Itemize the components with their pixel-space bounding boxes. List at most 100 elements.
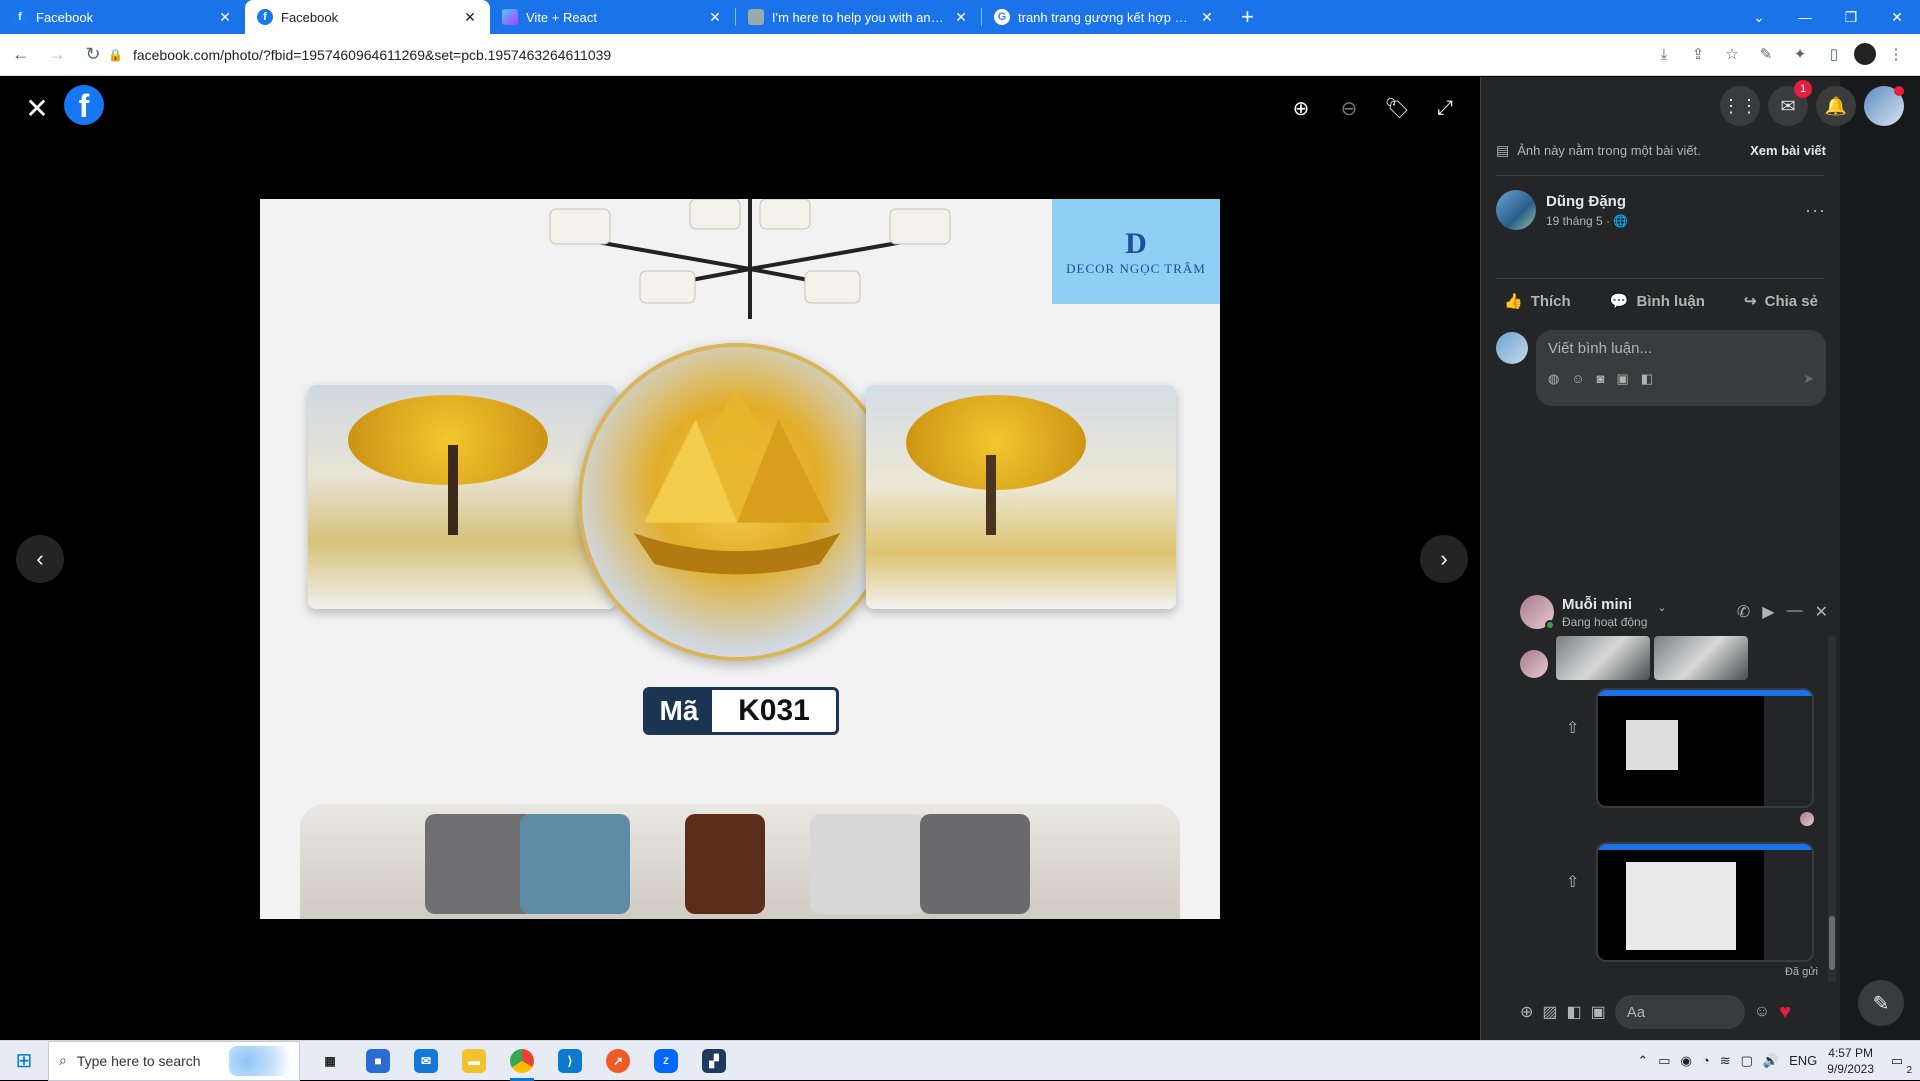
system-clock[interactable]: 4:57 PM 9/9/2023	[1827, 1045, 1874, 1077]
facebook-logo[interactable]: f	[64, 85, 104, 125]
mail-icon[interactable]: ✉	[402, 1041, 450, 1081]
extensions-puzzle-icon[interactable]: ✦	[1786, 40, 1814, 68]
voice-call-icon[interactable]: ✆	[1737, 602, 1750, 622]
view-post-link[interactable]: Xem bài viết	[1750, 143, 1826, 158]
chevron-up-icon[interactable]: ⌃	[1637, 1053, 1648, 1069]
camera-icon[interactable]: ◙	[1597, 371, 1605, 387]
profile-avatar[interactable]	[1854, 43, 1876, 65]
display-icon[interactable]: ▢	[1741, 1053, 1753, 1069]
browser-menu-icon[interactable]: ⋮	[1882, 40, 1910, 68]
share-page-icon[interactable]: ⇪	[1684, 40, 1712, 68]
bookmark-star-icon[interactable]: ☆	[1718, 40, 1746, 68]
eyedropper-extension-icon[interactable]: ✎	[1752, 40, 1780, 68]
address-bar[interactable]: 🔒 facebook.com/photo/?fbid=1957460964611…	[108, 39, 1668, 71]
fullscreen-icon[interactable]: ⤢	[1434, 97, 1456, 119]
notifications-bell-icon[interactable]: 🔔	[1816, 86, 1856, 126]
emoji-icon[interactable]: ☺	[1754, 1003, 1770, 1021]
video-call-icon[interactable]: ▶	[1762, 602, 1774, 622]
install-icon[interactable]: ⤓	[1650, 40, 1678, 68]
battery-icon[interactable]: ▭	[1658, 1053, 1670, 1069]
zoom-in-icon[interactable]: ⊕	[1290, 97, 1312, 120]
image-message[interactable]	[1654, 636, 1748, 680]
divider	[1496, 278, 1824, 279]
add-icon[interactable]: ⊕	[1520, 1002, 1533, 1022]
windows-start-icon[interactable]: ⊞	[0, 1041, 48, 1081]
gif-icon[interactable]: ▣	[1591, 1002, 1606, 1022]
screenshot-message[interactable]	[1596, 842, 1814, 962]
more-options-button[interactable]: ···	[1805, 200, 1826, 221]
wifi-icon[interactable]: ≋	[1720, 1053, 1731, 1069]
share-button[interactable]: ↪ Chia sẻ	[1736, 286, 1826, 316]
task-view-icon[interactable]: ▦	[306, 1041, 354, 1081]
account-avatar[interactable]	[1864, 86, 1904, 126]
tab-search-icon[interactable]: ⌄	[1736, 0, 1782, 34]
vscode-icon[interactable]: ⟩	[546, 1041, 594, 1081]
chevron-down-icon[interactable]: ⌄	[1657, 601, 1666, 614]
image-message[interactable]	[1556, 636, 1650, 680]
reload-icon[interactable]: ↻	[78, 40, 108, 70]
menu-grid-icon[interactable]: ⋮⋮	[1720, 86, 1760, 126]
tab-close-icon[interactable]: ✕	[217, 9, 233, 26]
author-name[interactable]: Dũng Đặng	[1546, 193, 1628, 210]
notification-center-icon[interactable]: ▭ 2	[1884, 1048, 1912, 1076]
volume-icon[interactable]: 🔊	[1763, 1053, 1779, 1069]
language-indicator[interactable]: ENG	[1789, 1053, 1817, 1068]
meet-icon[interactable]: ◉	[1681, 1053, 1692, 1069]
microsoft-store-icon[interactable]: ■	[354, 1041, 402, 1081]
lock-icon[interactable]: 🔒	[108, 48, 123, 62]
forward-icon[interactable]: ⇧	[1566, 718, 1579, 738]
author-avatar[interactable]	[1496, 190, 1536, 230]
avatar-sticker-icon[interactable]: ◍	[1548, 371, 1559, 387]
browser-tab-5[interactable]: G tranh trang gương kết hợp với m ✕	[982, 0, 1227, 34]
zalo-icon[interactable]: Z	[642, 1041, 690, 1081]
forward-icon[interactable]: ⇧	[1566, 872, 1579, 892]
side-panel-icon[interactable]: ▯	[1820, 40, 1848, 68]
chrome-icon[interactable]	[498, 1041, 546, 1081]
chat-contact-name[interactable]: Muỗi mini	[1562, 596, 1647, 613]
clock-date: 9/9/2023	[1827, 1061, 1874, 1076]
browser-tab-4[interactable]: I'm here to help you with any qu ✕	[736, 0, 981, 34]
new-tab-button[interactable]: +	[1227, 0, 1268, 34]
tab-close-icon[interactable]: ✕	[953, 9, 969, 26]
network-icon[interactable]: ◔	[1702, 1053, 1710, 1068]
messenger-icon[interactable]: ✉ 1	[1768, 80, 1812, 126]
close-icon[interactable]: ✕	[22, 93, 52, 124]
minimize-icon[interactable]: —	[1782, 0, 1828, 34]
tag-icon[interactable]: 🏷	[1384, 97, 1409, 120]
heart-icon[interactable]: ♥	[1779, 1001, 1791, 1024]
postman-icon[interactable]: ↗	[594, 1041, 642, 1081]
chat-contact-avatar[interactable]	[1520, 595, 1555, 630]
previous-photo-button[interactable]: ‹	[16, 535, 64, 583]
chat-scrollbar[interactable]	[1828, 636, 1836, 982]
like-button[interactable]: 👍 Thích	[1496, 286, 1579, 316]
sticker-icon[interactable]: ◧	[1641, 371, 1653, 387]
minimize-chat-icon[interactable]: —	[1787, 602, 1803, 622]
send-icon[interactable]: ➤	[1803, 371, 1814, 387]
comment-button[interactable]: 💬 Bình luận	[1602, 286, 1713, 316]
back-icon[interactable]: ←	[6, 40, 36, 70]
sticker-icon[interactable]: ◧	[1567, 1002, 1582, 1022]
next-photo-button[interactable]: ›	[1420, 535, 1468, 583]
browser-tab-3[interactable]: Vite + React ✕	[490, 0, 735, 34]
tab-close-icon[interactable]: ✕	[707, 9, 723, 26]
window-close-icon[interactable]: ✕	[1874, 0, 1920, 34]
tab-title: Facebook	[36, 9, 94, 25]
restore-icon[interactable]: ❐	[1828, 0, 1874, 34]
file-explorer-icon[interactable]: ▬	[450, 1041, 498, 1081]
tab-close-icon[interactable]: ✕	[1199, 9, 1215, 26]
browser-tab-2[interactable]: f Facebook ✕	[245, 0, 490, 34]
image-icon[interactable]: ▨	[1542, 1002, 1557, 1022]
terminal-app-icon[interactable]: ▞	[690, 1041, 738, 1081]
screenshot-message[interactable]	[1596, 688, 1814, 808]
zoom-out-icon[interactable]: ⊖	[1338, 97, 1360, 120]
chat-input[interactable]: Aa	[1614, 995, 1745, 1029]
gif-icon[interactable]: ▣	[1616, 371, 1628, 387]
forward-icon[interactable]: →	[42, 40, 72, 70]
emoji-icon[interactable]: ☺	[1571, 371, 1584, 387]
new-message-button[interactable]: ✎	[1858, 980, 1904, 1026]
close-chat-icon[interactable]: ✕	[1815, 602, 1828, 622]
comment-input[interactable]: Viết bình luận... ◍ ☺ ◙ ▣ ◧ ➤	[1536, 330, 1826, 406]
tab-close-icon[interactable]: ✕	[462, 9, 478, 26]
taskbar-search[interactable]: ⌕ Type here to search	[48, 1040, 300, 1081]
browser-tab-1[interactable]: f Facebook ✕	[0, 0, 245, 34]
